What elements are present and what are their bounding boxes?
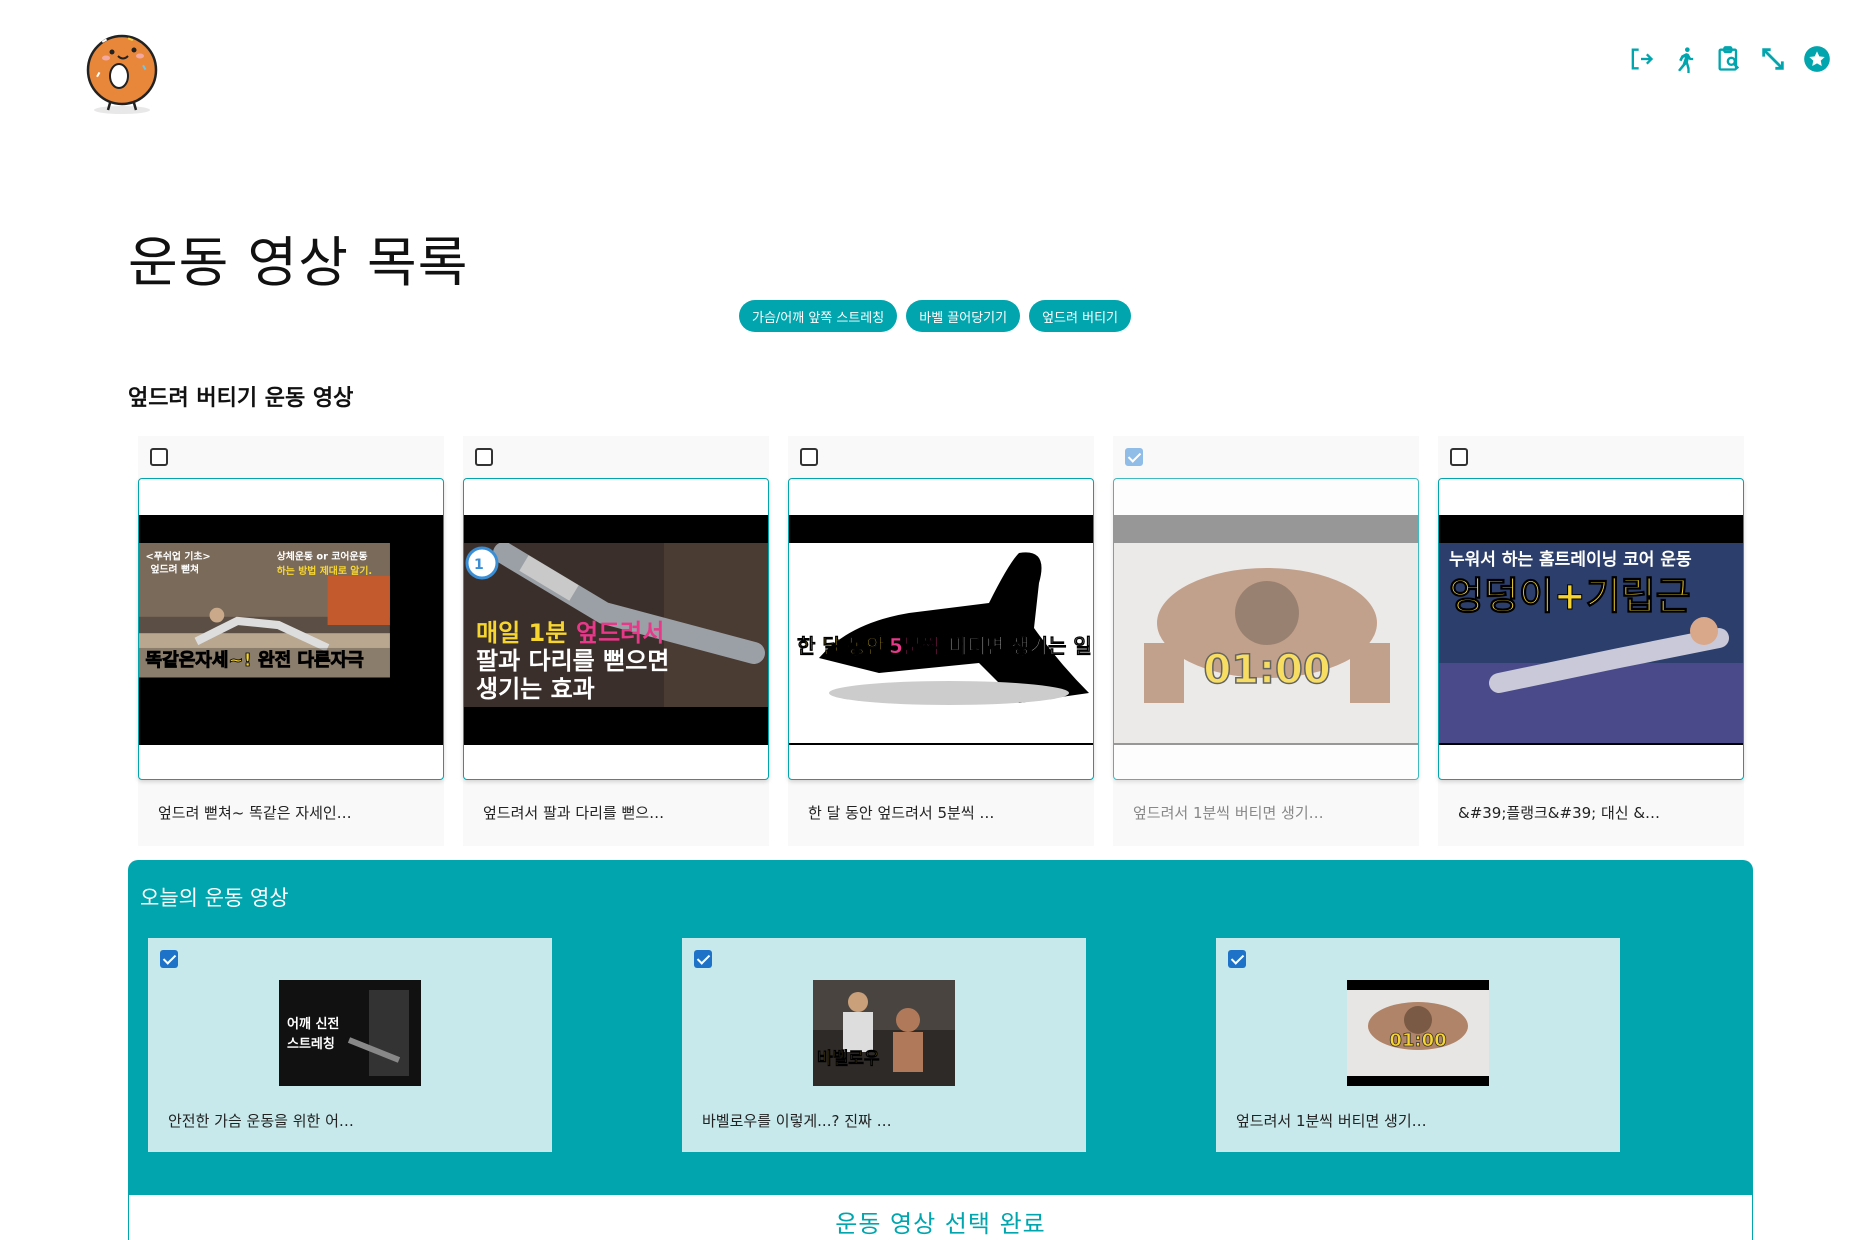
video-caption[interactable]: 한 달 동안 엎드려서 5분씩 …: [808, 802, 994, 823]
thumb-text: 01:00: [1389, 1030, 1446, 1051]
thumb-text: 생기는 효과: [476, 675, 595, 703]
thumb-text: 바벨로우: [817, 1049, 880, 1069]
thumbnail-image: 01:00: [1114, 543, 1418, 743]
video-list: <푸쉬업 기초> 엎드려 뻗쳐 상체운동 or 코어운동 하는 방법 제대로 알…: [138, 436, 1746, 846]
video-card[interactable]: 1 매일 1분 엎드려서 팔과 다리를 뻗으면 생기는 효과 엎드려서 팔과 다…: [463, 436, 769, 846]
today-video-card[interactable]: 어깨 신전 스트레칭 안전한 가슴 운동을 위한 어…: [148, 938, 552, 1152]
video-card[interactable]: 누워서 하는 홈트레이닝 코어 운동 엉덩이+기립근 &#39;플랭크&#39;…: [1438, 436, 1744, 846]
thumb-text: 엎드려서: [576, 619, 664, 647]
thumb-text: 5분씩: [889, 634, 940, 658]
video-checkbox[interactable]: [1450, 448, 1468, 466]
today-video-thumbnail[interactable]: 어깨 신전 스트레칭: [279, 980, 421, 1086]
thumb-text: 하는 방법 제대로 알기.: [277, 564, 372, 577]
thumb-text: 팔과 다리를 뻗으면: [476, 647, 669, 675]
selected-exercise-chips: 가슴/어깨 앞쪽 스트레칭 바벨 끌어당기기 엎드려 버티기: [0, 300, 1870, 332]
thumbnail-image: 누워서 하는 홈트레이닝 코어 운동 엉덩이+기립근: [1439, 543, 1743, 743]
thumbnail-image: <푸쉬업 기초> 엎드려 뻗쳐 상체운동 or 코어운동 하는 방법 제대로 알…: [139, 543, 390, 678]
today-panel-title: 오늘의 운동 영상: [140, 886, 289, 910]
video-caption[interactable]: &#39;플랭크&#39; 대신 &…: [1458, 802, 1660, 823]
page-title: 운동 영상 목록: [128, 231, 469, 294]
expand-arrows-icon[interactable]: [1758, 44, 1788, 74]
video-card[interactable]: 한 달 동안 5분씩 버티면 생기는 일 한 달 동안 엎드려서 5분씩 …: [788, 436, 1094, 846]
video-thumbnail[interactable]: 01:00: [1113, 478, 1419, 780]
running-icon[interactable]: [1670, 44, 1700, 74]
video-checkbox[interactable]: [475, 448, 493, 466]
svg-text:1: 1: [474, 557, 484, 573]
thumbnail-image: 1 매일 1분 엎드려서 팔과 다리를 뻗으면 생기는 효과: [464, 543, 768, 707]
today-video-caption[interactable]: 엎드려서 1분씩 버티면 생기…: [1236, 1110, 1427, 1131]
exercise-chip[interactable]: 엎드려 버티기: [1029, 300, 1131, 332]
today-video-thumbnail[interactable]: 01:00: [1347, 980, 1489, 1086]
exercise-chip[interactable]: 바벨 끌어당기기: [906, 300, 1021, 332]
video-thumbnail[interactable]: 1 매일 1분 엎드려서 팔과 다리를 뻗으면 생기는 효과: [463, 478, 769, 780]
video-checkbox[interactable]: [1125, 448, 1143, 466]
clipboard-search-icon[interactable]: [1714, 44, 1744, 74]
thumb-text: 누워서 하는 홈트레이닝 코어 운동: [1449, 549, 1692, 570]
video-checkbox[interactable]: [800, 448, 818, 466]
video-caption[interactable]: 엎드려서 팔과 다리를 뻗으…: [483, 802, 664, 823]
video-thumbnail[interactable]: 누워서 하는 홈트레이닝 코어 운동 엉덩이+기립근: [1438, 478, 1744, 780]
today-video-thumbnail[interactable]: 바벨로우: [813, 980, 955, 1086]
today-video-checkbox[interactable]: [160, 950, 178, 968]
today-video-caption[interactable]: 바벨로우를 이렇게...? 진짜 …: [702, 1110, 892, 1131]
thumb-text: 매일 1분: [476, 619, 567, 647]
bagel-character-logo: [86, 34, 158, 114]
today-video-checkbox[interactable]: [1228, 950, 1246, 968]
star-badge-icon[interactable]: [1802, 44, 1832, 74]
thumb-text: <푸쉬업 기초>: [146, 549, 211, 562]
thumbnail-image: 한 달 동안 5분씩 버티면 생기는 일: [789, 543, 1093, 743]
video-caption[interactable]: 엎드려 뻗쳐~ 똑같은 자세인…: [158, 802, 352, 823]
thumb-text: 상체운동 or 코어운동: [277, 549, 368, 562]
section-title: 엎드려 버티기 운동 영상: [128, 386, 354, 411]
thumb-text: 스트레칭: [287, 1036, 335, 1052]
today-video-checkbox[interactable]: [694, 950, 712, 968]
video-caption[interactable]: 엎드려서 1분씩 버티면 생기…: [1133, 802, 1324, 823]
thumb-text: 어깨 신전: [287, 1016, 339, 1032]
header-actions: [1626, 44, 1832, 74]
complete-selection-button[interactable]: 운동 영상 선택 완료: [128, 1194, 1753, 1240]
video-card[interactable]: 01:00 엎드려서 1분씩 버티면 생기…: [1113, 436, 1419, 846]
thumb-text: 똑같은자세~! 완전 다른자극: [146, 650, 365, 671]
video-card[interactable]: <푸쉬업 기초> 엎드려 뻗쳐 상체운동 or 코어운동 하는 방법 제대로 알…: [138, 436, 444, 846]
video-checkbox[interactable]: [150, 448, 168, 466]
exercise-chip[interactable]: 가슴/어깨 앞쪽 스트레칭: [738, 300, 898, 332]
thumb-text: 엉덩이+기립근: [1449, 574, 1691, 618]
thumb-text: 버티면 생기는 일: [949, 634, 1092, 658]
thumb-text: 엎드려 뻗쳐: [150, 563, 199, 576]
today-video-card[interactable]: 바벨로우 바벨로우를 이렇게...? 진짜 …: [682, 938, 1086, 1152]
video-thumbnail[interactable]: 한 달 동안 5분씩 버티면 생기는 일: [788, 478, 1094, 780]
thumb-text: 한 달 동안: [797, 634, 885, 658]
today-exercise-panel: 오늘의 운동 영상 어깨 신전 스트레칭 안전한 가슴 운동을 위한 어… 바벨…: [128, 860, 1753, 1240]
thumb-text: 01:00: [1203, 647, 1330, 693]
app-logo[interactable]: [82, 26, 162, 116]
video-thumbnail[interactable]: <푸쉬업 기초> 엎드려 뻗쳐 상체운동 or 코어운동 하는 방법 제대로 알…: [138, 478, 444, 780]
logout-icon[interactable]: [1626, 44, 1656, 74]
today-video-card[interactable]: 01:00 엎드려서 1분씩 버티면 생기…: [1216, 938, 1620, 1152]
today-video-caption[interactable]: 안전한 가슴 운동을 위한 어…: [168, 1110, 354, 1131]
